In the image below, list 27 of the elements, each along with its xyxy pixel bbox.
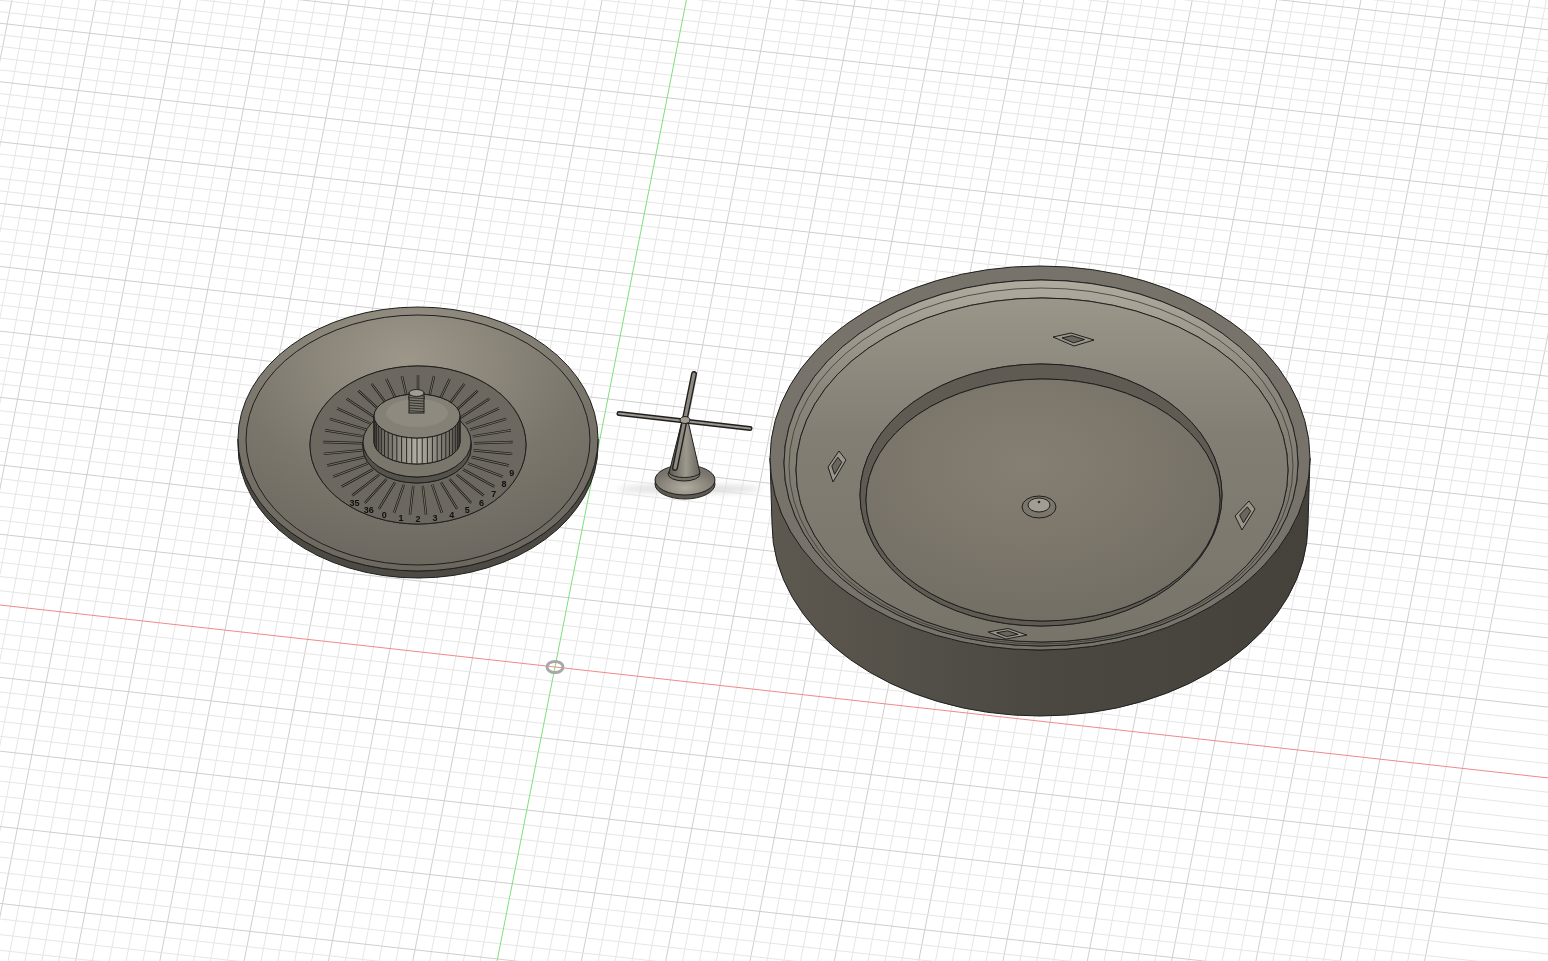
dial-number: 0 <box>381 509 387 520</box>
pocket-divider <box>392 484 406 514</box>
dial-number: 8 <box>501 478 507 489</box>
dial-number: 7 <box>491 488 497 499</box>
dial-number: 6 <box>478 497 484 508</box>
pocket-divider <box>408 485 415 516</box>
diamond-stud <box>1234 500 1256 531</box>
dial-number: 1 <box>398 512 404 523</box>
pocket-divider <box>336 407 371 425</box>
diamond-stud <box>987 628 1028 640</box>
diamond-stud <box>827 450 847 483</box>
dial-number: 5 <box>464 504 470 515</box>
pocket-divider <box>430 484 444 514</box>
pocket-divider <box>322 440 363 445</box>
dial-number: 2 <box>415 514 421 524</box>
dial-number: 35 <box>349 497 360 508</box>
dial-number: 4 <box>449 509 455 520</box>
dial-number: 36 <box>363 504 374 515</box>
pocket-divider <box>465 407 500 425</box>
pocket-divider <box>473 440 514 445</box>
spindle-cap <box>679 416 691 424</box>
center-nub <box>1021 495 1057 519</box>
dial-number: 3 <box>432 512 438 523</box>
diamond-stud <box>1052 332 1095 347</box>
dial-number: 9 <box>509 467 515 478</box>
pocket-divider <box>421 485 428 516</box>
origin-marker-icon <box>545 660 565 674</box>
